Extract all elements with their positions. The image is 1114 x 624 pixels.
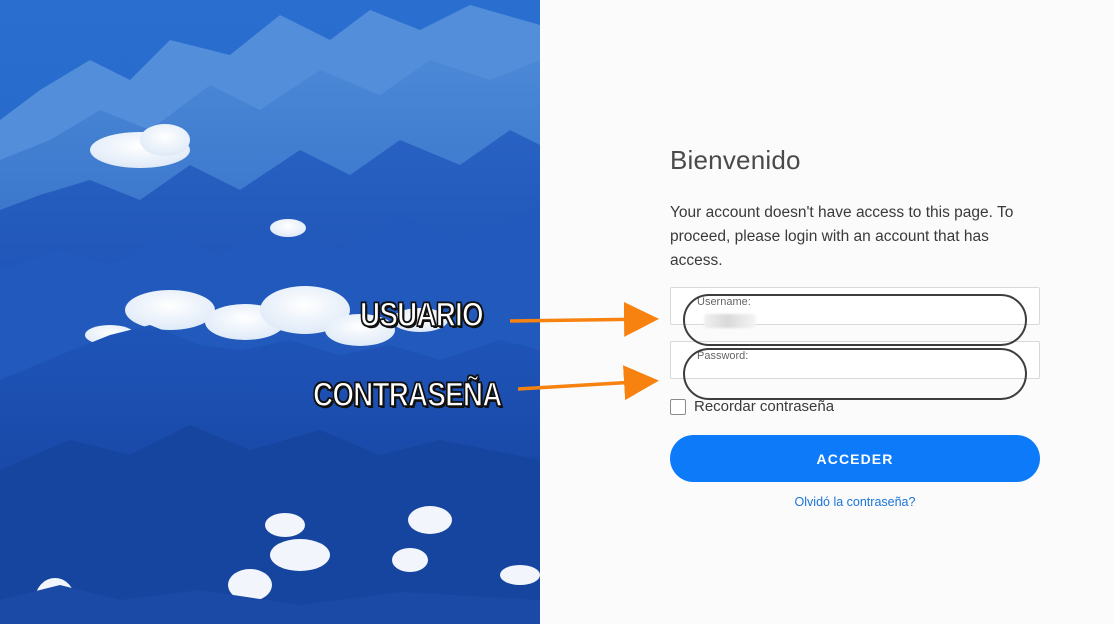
- remember-label: Recordar contraseña: [694, 398, 835, 415]
- username-field[interactable]: Username:: [670, 287, 1040, 328]
- password-label: Password:: [697, 350, 749, 362]
- password-field[interactable]: Password:: [670, 341, 1040, 379]
- forgot-password-link[interactable]: Olvidó la contraseña?: [670, 495, 1040, 509]
- password-callout-label: CONTRASEÑA: [312, 375, 503, 415]
- username-input[interactable]: [695, 309, 995, 323]
- password-input[interactable]: [695, 363, 995, 377]
- page-title: Bienvenido: [670, 145, 801, 175]
- username-callout-label: USUARIO: [359, 295, 484, 335]
- access-message: Your account doesn't have access to this…: [670, 204, 1014, 269]
- remember-checkbox[interactable]: [670, 398, 686, 415]
- remember-password-option[interactable]: Recordar contraseña: [670, 398, 834, 415]
- login-button[interactable]: ACCEDER: [670, 435, 1040, 482]
- username-label: Username:: [697, 296, 751, 308]
